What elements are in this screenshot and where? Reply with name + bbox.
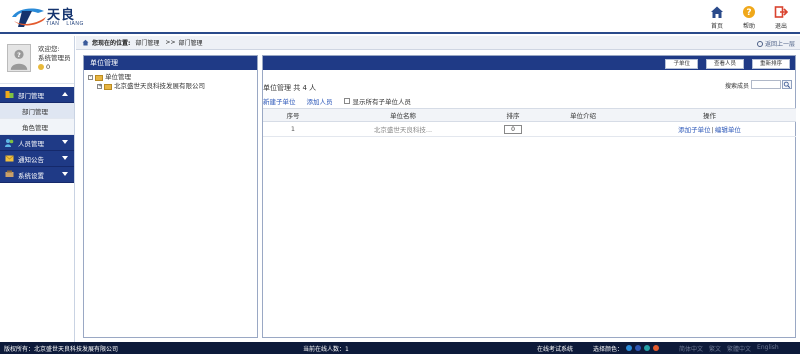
logo-subtitle: TIAN LIANG <box>46 21 84 27</box>
lang-option[interactable]: English <box>757 344 779 353</box>
breadcrumb-separator: >> <box>165 39 176 46</box>
tree-node-root[interactable]: - 单位管理 <box>88 73 253 82</box>
back-button[interactable]: 返回上一层 <box>756 39 795 48</box>
tree-node-company[interactable]: + 北京盛世天良科技发展有限公司 <box>88 82 253 91</box>
unit-table: 序号 单位名称 排序 单位介绍 操作 1 北京盛世天良科技... 0 添加子单位… <box>263 108 796 137</box>
action-links: 新建子单位 添加人员 显示所有子单位人员 <box>263 96 411 106</box>
col-intro: 单位介绍 <box>543 108 623 122</box>
sidebar-group-notice[interactable]: 通知公告 <box>0 151 74 167</box>
sort-input[interactable]: 0 <box>504 124 522 134</box>
notice-icon <box>5 155 14 162</box>
svg-text:?: ? <box>17 51 21 59</box>
settings-icon <box>5 170 14 177</box>
expand-arrow-icon <box>62 172 68 176</box>
tree-panel-title: 单位管理 <box>84 56 257 70</box>
folder-icon <box>104 83 112 90</box>
view-people-button[interactable]: 查看人员 <box>705 59 744 69</box>
coin-icon <box>38 64 44 70</box>
svg-text:?: ? <box>746 8 751 18</box>
col-index: 序号 <box>263 108 323 122</box>
back-icon <box>756 40 763 47</box>
tree-panel: 单位管理 - 单位管理 + 北京盛世天良科技发展有限公司 <box>83 55 258 338</box>
expand-arrow-icon <box>62 140 68 144</box>
footer: 版权所有：北京盛世天良科技发展有限公司 当前在线人数：1 在线考试系统 选择颜色… <box>0 342 800 354</box>
content-panel-header: 子单位 查看人员 重新排序 <box>263 56 795 70</box>
breadcrumb: 您现在的位置: 部门管理 >> 部门管理 返回上一层 <box>76 36 800 50</box>
color-dot-teal[interactable] <box>644 345 650 351</box>
top-actions: 首页 ? 帮助 退出 <box>706 5 792 30</box>
add-sub-unit-link[interactable]: 添加子单位 <box>678 126 711 134</box>
welcome-text: 欢迎您: <box>38 45 60 53</box>
color-dot-blue[interactable] <box>635 345 641 351</box>
people-icon <box>5 139 14 147</box>
help-button[interactable]: ? 帮助 <box>738 5 760 30</box>
color-label: 选择颜色： <box>593 346 624 353</box>
help-icon: ? <box>743 6 755 18</box>
table-row: 1 北京盛世天良科技... 0 添加子单位|编辑单位 <box>263 121 796 137</box>
lang-option[interactable]: 简体中文 <box>679 344 703 353</box>
toolbar: 子单位 查看人员 重新排序 <box>665 59 790 69</box>
folder-icon <box>95 74 103 81</box>
user-role: 系统管理员 <box>38 54 71 62</box>
online-count: 当前在线人数：1 <box>303 346 349 353</box>
col-name: 单位名称 <box>323 108 483 122</box>
org-tree: - 单位管理 + 北京盛世天良科技发展有限公司 <box>84 70 257 94</box>
collapse-arrow-icon <box>62 92 68 96</box>
lang-option[interactable]: 繁體中文 <box>727 344 751 353</box>
search-input[interactable] <box>751 80 781 89</box>
add-person-link[interactable]: 添加人员 <box>307 96 333 106</box>
language-switcher: 简体中文 繁文 繁體中文 English <box>679 344 779 353</box>
sidebar-group-people[interactable]: 人员管理 <box>0 135 74 151</box>
collapse-toggle-icon[interactable]: - <box>88 75 93 80</box>
lang-option[interactable]: 繁文 <box>709 344 721 353</box>
breadcrumb-item[interactable]: 部门管理 <box>178 38 202 47</box>
row-intro <box>543 121 623 137</box>
show-all-checkbox[interactable] <box>343 98 350 104</box>
department-icon <box>5 91 14 98</box>
color-picker <box>626 345 659 351</box>
edit-unit-link[interactable]: 编辑单位 <box>715 126 741 134</box>
exam-system-text: 在线考试系统 <box>537 346 574 353</box>
row-index: 1 <box>263 121 323 137</box>
expand-arrow-icon <box>62 156 68 160</box>
sidebar-item-department-manage[interactable]: 部门管理 <box>0 103 74 119</box>
row-name: 北京盛世天良科技... <box>323 121 483 137</box>
table-header-row: 序号 单位名称 排序 单位介绍 操作 <box>263 108 796 122</box>
color-dot-sky[interactable] <box>626 345 632 351</box>
search-label: 搜索成员 <box>724 83 749 90</box>
avatar-icon: ? <box>7 44 31 72</box>
breadcrumb-label: 您现在的位置: <box>92 40 131 47</box>
content-panel: 子单位 查看人员 重新排序 单位管理 共 4 人 搜索成员 新建子单位 添加人员… <box>262 55 796 338</box>
logout-icon <box>774 6 788 18</box>
breadcrumb-item[interactable]: 部门管理 <box>135 38 159 47</box>
unit-summary: 单位管理 共 4 人 <box>263 84 317 92</box>
sidebar-group-department[interactable]: 部门管理 <box>0 87 74 103</box>
sidebar-nav: 部门管理 部门管理 角色管理 人员管理 通知公告 系统设置 <box>0 87 74 183</box>
user-info: 欢迎您: 系统管理员 0 <box>38 45 71 72</box>
copyright-text: 版权所有：北京盛世天良科技发展有限公司 <box>4 346 119 353</box>
row-ops: 添加子单位|编辑单位 <box>623 121 796 137</box>
top-header: 天良 TIAN LIANG 首页 ? 帮助 退出 <box>0 0 800 34</box>
col-ops: 操作 <box>623 108 796 122</box>
sidebar-group-settings[interactable]: 系统设置 <box>0 167 74 183</box>
expand-toggle-icon[interactable]: + <box>97 84 102 89</box>
search-button[interactable] <box>782 80 792 89</box>
home-icon <box>711 6 723 18</box>
show-all-label: 显示所有子单位人员 <box>352 98 412 106</box>
logout-button[interactable]: 退出 <box>770 5 792 30</box>
row-sort: 0 <box>483 121 543 137</box>
color-dot-orange[interactable] <box>653 345 659 351</box>
location-home-icon <box>82 39 89 46</box>
reorder-button[interactable]: 重新排序 <box>751 59 790 69</box>
user-box: ? 欢迎您: 系统管理员 0 <box>0 36 74 84</box>
sidebar-item-role-manage[interactable]: 角色管理 <box>0 119 74 135</box>
search-icon <box>783 81 791 88</box>
user-coins: 0 <box>38 63 71 72</box>
col-sort: 排序 <box>483 108 543 122</box>
home-button[interactable]: 首页 <box>706 5 728 30</box>
new-sub-unit-link[interactable]: 新建子单位 <box>263 96 296 106</box>
sidebar: ? 欢迎您: 系统管理员 0 部门管理 部门管理 角色管理 人员管理 通知公告 … <box>0 36 75 342</box>
sub-unit-button[interactable]: 子单位 <box>665 59 698 69</box>
